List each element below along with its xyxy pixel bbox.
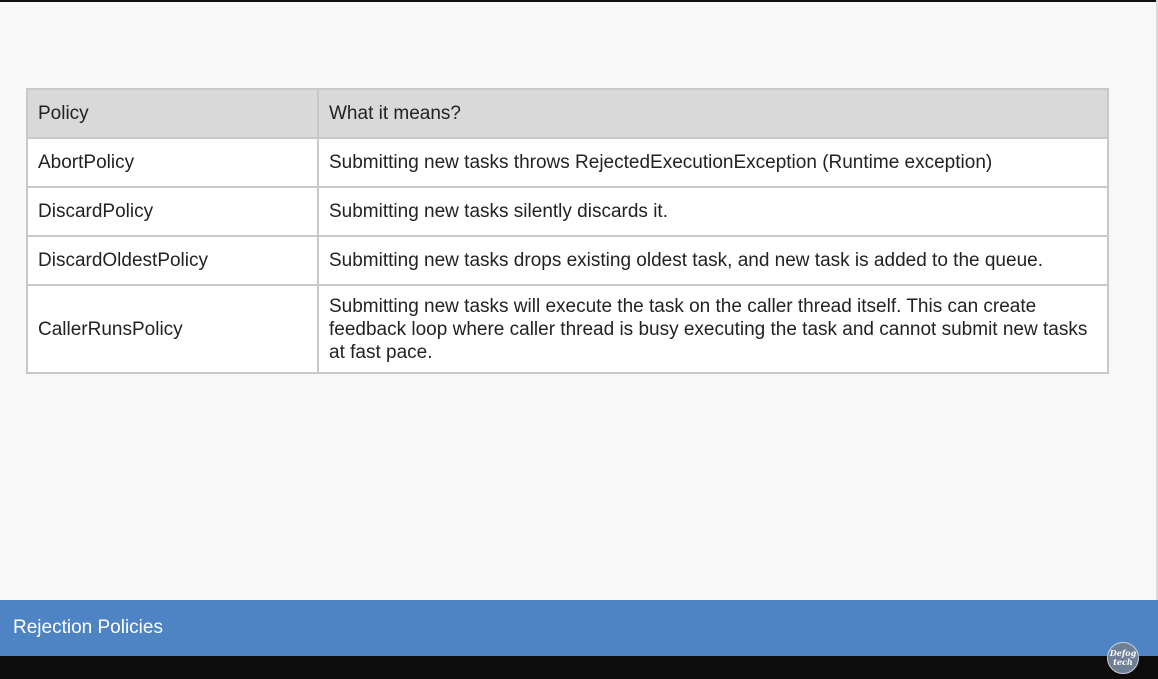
table-header-row: Policy What it means? — [26, 88, 1109, 139]
table-row: CallerRunsPolicy Submitting new tasks wi… — [26, 284, 1109, 374]
policy-meaning-cell: Submitting new tasks will execute the ta… — [317, 284, 1109, 374]
table-row: DiscardOldestPolicy Submitting new tasks… — [26, 235, 1109, 286]
channel-logo: Defog tech — [1107, 642, 1139, 674]
policy-name-cell: DiscardOldestPolicy — [26, 235, 319, 286]
policy-name-cell: AbortPolicy — [26, 137, 319, 188]
policy-meaning-cell: Submitting new tasks throws RejectedExec… — [317, 137, 1109, 188]
policy-name-cell: DiscardPolicy — [26, 186, 319, 237]
top-border — [0, 0, 1158, 2]
policy-name-cell: CallerRunsPolicy — [26, 284, 319, 374]
header-policy: Policy — [26, 88, 319, 139]
footer-bar: Rejection Policies — [0, 600, 1158, 656]
logo-line-2: tech — [1113, 657, 1133, 667]
table-row: DiscardPolicy Submitting new tasks silen… — [26, 186, 1109, 237]
bottom-strip — [0, 656, 1158, 679]
policy-meaning-cell: Submitting new tasks silently discards i… — [317, 186, 1109, 237]
slide-title: Rejection Policies — [13, 617, 163, 638]
table-row: AbortPolicy Submitting new tasks throws … — [26, 137, 1109, 188]
header-meaning: What it means? — [317, 88, 1109, 139]
rejection-policy-table: Policy What it means? AbortPolicy Submit… — [26, 88, 1109, 374]
policy-meaning-cell: Submitting new tasks drops existing olde… — [317, 235, 1109, 286]
